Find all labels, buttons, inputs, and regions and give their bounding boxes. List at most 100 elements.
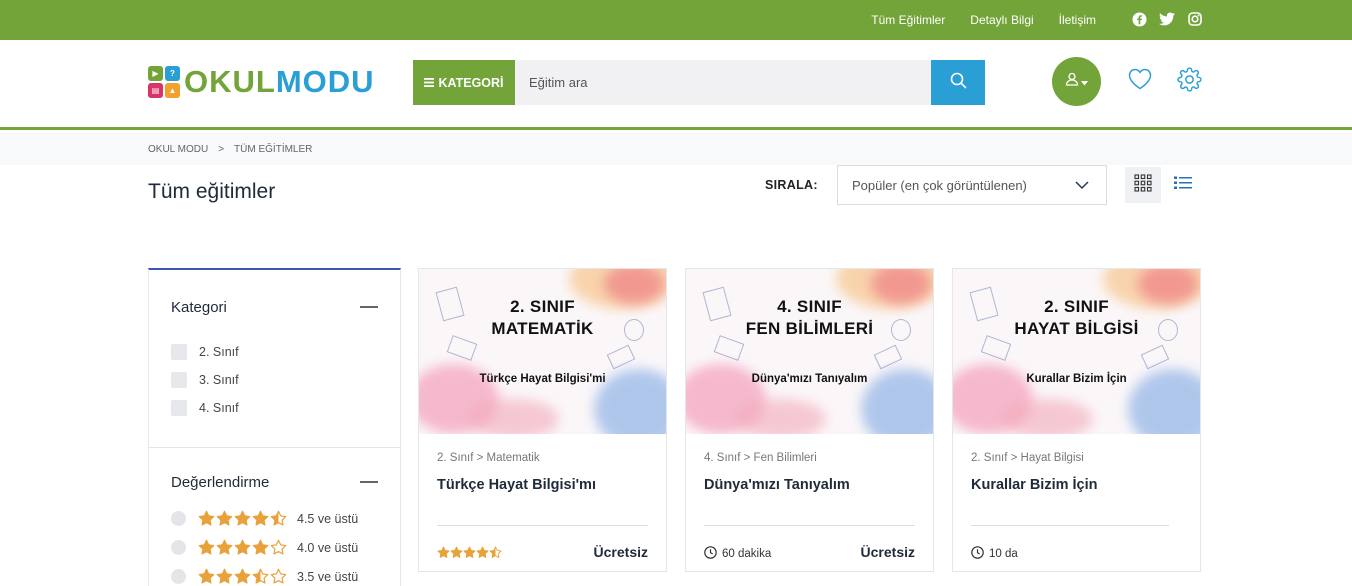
category-option[interactable]: 2. Sınıf [171,338,378,366]
breadcrumb-separator: > [218,144,225,155]
site-logo[interactable]: ▶ ? ▤ ▲ OKULMODU [148,66,375,98]
course-card[interactable]: 2. SINIF HAYAT BİLGİSİ Kurallar Bizim İçi… [952,268,1201,572]
site-header: ▶ ? ▤ ▲ OKULMODU KATEGORİ [0,40,1352,130]
course-title[interactable]: Dünya'mızı Tanıyalım [704,477,850,493]
course-title[interactable]: Türkçe Hayat Bilgisi'mı [437,477,596,493]
radio-button[interactable] [171,540,186,555]
star-rating [198,539,287,556]
star-icon [463,546,476,559]
collapse-icon[interactable] [360,481,378,483]
checkbox[interactable] [171,372,187,388]
star-icon [252,539,269,556]
grid-view-button[interactable] [1125,167,1161,203]
checkbox[interactable] [171,344,187,360]
course-card[interactable]: 2. SINIF MATEMATİK Türkçe Hayat Bilgisi'm… [418,268,667,572]
category-filter-header[interactable]: Kategori [171,270,378,344]
star-icon [234,539,251,556]
search-bar: KATEGORİ [413,60,985,105]
page-title: Tüm eğitimler [148,180,276,203]
user-menu-button[interactable] [1052,57,1101,106]
top-links: Tüm Eğitimler Detaylı Bilgi İletişim [871,0,1096,40]
search-icon [950,72,967,94]
checkbox[interactable] [171,400,187,416]
rating-filter-title: Değerlendirme [171,473,270,491]
instagram-icon[interactable] [1187,10,1203,28]
facebook-icon[interactable] [1131,10,1147,28]
graduation-cap-icon: ▲ [165,83,180,98]
collapse-icon[interactable] [360,306,378,308]
category-option[interactable]: 4. Sınıf [171,394,378,422]
thumbnail-title: 2. SINIF HAYAT BİLGİSİ [1014,297,1139,338]
logo-text-modu: MODU [275,64,375,99]
star-icon [270,510,287,527]
document-icon: ▤ [148,83,163,98]
rating-option-label: 4.0 ve üstü [297,540,359,555]
filter-sidebar: Kategori 2. Sınıf 3. Sınıf 4. Sınıf Değe… [148,268,401,586]
rating-filter: Değerlendirme 4.5 ve üstü 4.0 ve üstü 3.… [149,448,400,586]
duration-text: 10 da [989,548,1018,560]
search-button[interactable] [931,60,985,105]
top-link-all-courses[interactable]: Tüm Eğitimler [871,13,945,27]
star-icon [234,568,251,585]
star-icon [252,510,269,527]
clock-icon [704,546,717,562]
divider [971,525,1182,526]
question-icon: ? [165,66,180,81]
radio-button[interactable] [171,511,186,526]
clock-icon [971,546,984,562]
gear-icon[interactable] [1177,67,1202,97]
course-thumbnail[interactable]: 2. SINIF MATEMATİK Türkçe Hayat Bilgisi'm… [419,269,666,434]
star-icon [198,510,215,527]
menu-icon [424,76,435,90]
sort-select[interactable]: Popüler (en çok görüntülenen) [837,165,1107,205]
duration-text: 60 dakika [722,548,772,560]
play-icon: ▶ [148,66,163,81]
rating-option-label: 3.5 ve üstü [297,569,359,584]
category-option-label: 2. Sınıf [199,345,239,359]
star-rating [198,510,287,527]
category-option[interactable]: 3. Sınıf [171,366,378,394]
breadcrumb-current: TÜM EĞİTİMLER [234,144,313,155]
caret-down-icon [1081,73,1088,91]
logo-text-okul: OKUL [184,64,276,99]
top-link-details[interactable]: Detaylı Bilgi [970,13,1033,27]
course-thumbnail[interactable]: 4. SINIF FEN BİLİMLERİ Dünya'mızı Tanıyal… [686,269,933,434]
rating-option[interactable]: 4.0 ve üstü [171,533,378,562]
star-icon [252,568,269,585]
breadcrumb-home[interactable]: OKUL MODU [148,144,208,155]
course-price: Ücretsiz [860,544,915,560]
search-input[interactable] [515,60,931,105]
social-links [1131,10,1203,28]
chevron-down-icon [1074,177,1090,196]
course-thumbnail[interactable]: 2. SINIF HAYAT BİLGİSİ Kurallar Bizim İçi… [953,269,1200,434]
thumbnail-title: 2. SINIF MATEMATİK [491,297,594,338]
rating-option[interactable]: 3.5 ve üstü [171,562,378,586]
thumbnail-title: 4. SINIF FEN BİLİMLERİ [745,297,874,338]
star-icon [234,510,251,527]
thumbnail-subtitle: Dünya'mızı Tanıyalım [751,373,868,385]
list-icon [1174,176,1192,195]
category-options: 2. Sınıf 3. Sınıf 4. Sınıf [171,338,378,422]
breadcrumb-bar: OKUL MODU > TÜM EĞİTİMLER [0,133,1352,165]
star-icon [450,546,463,559]
star-icon [216,510,233,527]
course-duration: 60 dakika [704,546,771,562]
rating-option[interactable]: 4.5 ve üstü [171,504,378,533]
list-view-button[interactable] [1170,167,1196,203]
heart-icon[interactable] [1128,68,1152,95]
course-category: 2. Sınıf > Matematik [437,452,540,464]
star-icon [476,546,489,559]
radio-button[interactable] [171,569,186,584]
breadcrumb: OKUL MODU > TÜM EĞİTİMLER [148,144,312,155]
top-bar: Tüm Eğitimler Detaylı Bilgi İletişim [0,0,1352,40]
grid-icon [1134,173,1152,197]
user-icon [1065,72,1079,91]
loading-overlay [1169,519,1200,571]
logo-mark: ▶ ? ▤ ▲ [148,66,180,98]
course-card[interactable]: 4. SINIF FEN BİLİMLERİ Dünya'mızı Tanıyal… [685,268,934,572]
twitter-icon[interactable] [1159,10,1175,28]
top-link-contact[interactable]: İletişim [1059,13,1096,27]
star-icon [216,539,233,556]
category-button[interactable]: KATEGORİ [413,60,515,105]
course-title[interactable]: Kurallar Bizim İçin [971,477,1098,493]
